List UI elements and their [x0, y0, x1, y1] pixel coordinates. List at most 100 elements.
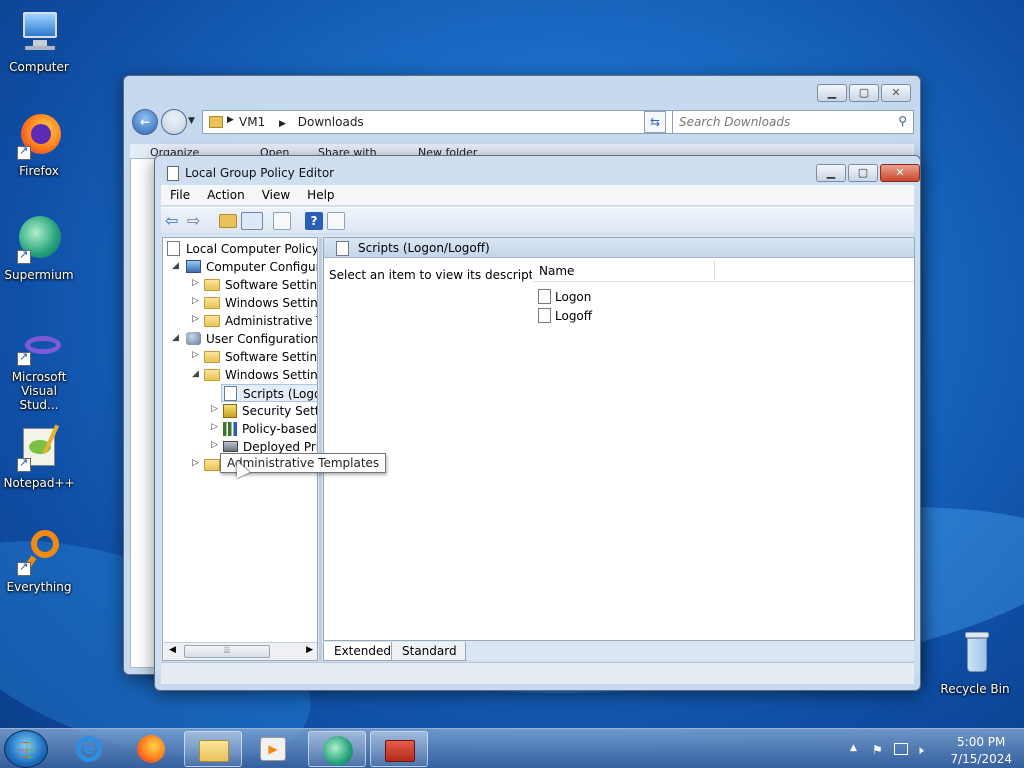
search-input[interactable]: Search Downloads ⚲	[672, 110, 914, 134]
volume-muted-icon[interactable]: 🕨	[916, 743, 930, 757]
tree-item-local-computer-policy[interactable]: Local Computer Policy	[167, 240, 318, 258]
tree-item-user-configuration[interactable]: User Configuration	[186, 330, 318, 348]
menu-bar: File Action View Help	[161, 185, 914, 205]
expand-arrow-icon[interactable]: ▷	[192, 458, 199, 468]
back-button[interactable]: ←	[132, 109, 158, 135]
clock[interactable]: 5:00 PM 7/15/2024	[950, 733, 1012, 766]
desktop-icon-supermium[interactable]: Supermium	[1, 216, 77, 282]
tree-item-policy-based-qos[interactable]: Policy-based	[223, 420, 317, 438]
expand-arrow-icon[interactable]: ▷	[211, 404, 218, 414]
shortcut-arrow-icon	[17, 456, 31, 472]
forward-arrow-icon[interactable]: ⇨	[187, 212, 205, 230]
status-bar	[161, 662, 914, 684]
taskbar-media-player[interactable]: ▶	[244, 731, 302, 767]
list-item-logoff[interactable]: Logoff	[538, 307, 592, 325]
tree-item-label: User Configuration	[206, 332, 318, 346]
desktop-icon-label: Computer	[9, 60, 69, 74]
show-hide-tree-icon[interactable]	[241, 212, 263, 230]
toolbox-icon	[385, 740, 415, 762]
desktop-icon-recycle-bin[interactable]: Recycle Bin	[937, 630, 1013, 696]
details-header: Scripts (Logon/Logoff)	[324, 238, 914, 258]
properties-icon[interactable]	[327, 212, 345, 230]
menu-file[interactable]: File	[161, 185, 198, 202]
desktop-icon-label: Firefox	[19, 164, 59, 178]
tree-item-software-settings[interactable]: Software Settings	[204, 276, 317, 294]
settings-list[interactable]: Name Logon Logoff	[532, 258, 914, 640]
tree-item-user-software-settings[interactable]: Software Settings	[204, 348, 317, 366]
tree-item-windows-settings[interactable]: Windows Setting	[204, 294, 317, 312]
taskbar-supermium[interactable]	[308, 731, 366, 767]
menu-action[interactable]: Action	[198, 185, 253, 202]
search-icon[interactable]: ⚲	[898, 114, 907, 128]
minimize-button[interactable]: ▁	[816, 164, 846, 182]
gpedit-window[interactable]: Local Group Policy Editor ▁ ▢ ✕ File Acti…	[154, 155, 921, 691]
expand-arrow-icon[interactable]: ▷	[192, 350, 199, 360]
desktop-icon-firefox[interactable]: Firefox	[1, 112, 77, 178]
help-icon[interactable]: ?	[305, 212, 323, 230]
desktop-icon-notepadpp[interactable]: Notepad++	[1, 424, 77, 490]
clock-time: 5:00 PM	[957, 735, 1006, 749]
collapse-arrow-icon[interactable]: ◢	[172, 333, 179, 343]
search-placeholder: Search Downloads	[679, 115, 791, 129]
tree-item-label: Local Computer Policy	[186, 242, 318, 256]
taskbar-gpedit[interactable]	[370, 731, 428, 767]
close-button[interactable]: ✕	[880, 164, 920, 182]
back-arrow-icon[interactable]: ⇦	[165, 212, 183, 230]
supermium-icon	[323, 736, 353, 766]
desktop-icon-computer[interactable]: Computer	[1, 8, 77, 74]
tree-item-administrative-templates[interactable]: Administrative Te	[204, 312, 317, 330]
tree-item-security-settings[interactable]: Security Settir	[223, 402, 317, 420]
tree-item-computer-configuration[interactable]: Computer Configura	[186, 258, 317, 276]
taskbar-firefox[interactable]	[122, 731, 180, 767]
expand-arrow-icon[interactable]: ▷	[192, 314, 199, 324]
tab-standard[interactable]: Standard	[391, 642, 466, 661]
expand-arrow-icon[interactable]: ▷	[211, 422, 218, 432]
computer-icon	[15, 8, 63, 56]
expand-arrow-icon[interactable]: ▷	[211, 440, 218, 450]
minimize-button[interactable]: ▁	[817, 84, 847, 102]
menu-view[interactable]: View	[253, 185, 298, 202]
maximize-button[interactable]: ▢	[849, 84, 879, 102]
network-icon[interactable]	[894, 743, 908, 755]
folder-icon	[204, 315, 220, 327]
folder-icon	[204, 351, 220, 363]
gpedit-app-icon	[167, 166, 179, 181]
pane-splitter[interactable]	[319, 237, 322, 661]
collapse-arrow-icon[interactable]: ◢	[192, 369, 199, 379]
column-separator[interactable]	[714, 261, 715, 279]
up-folder-icon[interactable]	[219, 214, 237, 228]
details-pane[interactable]: Scripts (Logon/Logoff) Select an item to…	[323, 237, 915, 641]
tree-item-user-windows-settings[interactable]: Windows Setting	[204, 366, 317, 384]
recent-pages-dropdown[interactable]: ▼	[188, 116, 195, 126]
list-item-logon[interactable]: Logon	[538, 288, 591, 306]
refresh-button[interactable]: ⇆	[644, 111, 666, 133]
desktop-icon-everything[interactable]: Everything	[1, 528, 77, 594]
show-hidden-icons-icon[interactable]: ▲	[850, 743, 864, 755]
user-config-icon	[186, 332, 201, 345]
scripts-icon	[224, 386, 237, 401]
breadcrumb-vm1[interactable]: VM1	[239, 115, 265, 129]
start-button[interactable]	[4, 730, 48, 768]
collapse-arrow-icon[interactable]: ◢	[172, 261, 179, 271]
taskbar-explorer[interactable]	[184, 731, 242, 767]
breadcrumb-downloads[interactable]: Downloads	[298, 115, 364, 129]
tree-pane[interactable]: Local Computer Policy ◢ Computer Configu…	[162, 237, 318, 661]
close-button[interactable]: ✕	[881, 84, 911, 102]
action-center-flag-icon[interactable]: ⚑	[872, 743, 886, 757]
menu-help[interactable]: Help	[298, 185, 342, 202]
expand-arrow-icon[interactable]: ▷	[192, 296, 199, 306]
scrollbar-thumb[interactable]: ⦙⦙⦙	[184, 645, 270, 658]
desktop-icon-label: Recycle Bin	[940, 682, 1010, 696]
expand-arrow-icon[interactable]: ▷	[192, 278, 199, 288]
maximize-button[interactable]: ▢	[848, 164, 878, 182]
tree-item-scripts-selected[interactable]: Scripts (Logon	[221, 384, 317, 402]
taskbar-ie[interactable]: e	[60, 731, 118, 767]
desktop-icon-visual-studio[interactable]: Microsoft Visual Stud...	[1, 330, 77, 412]
scroll-left-icon[interactable]: ◀	[169, 645, 176, 655]
horizontal-scrollbar[interactable]: ◀ ⦙⦙⦙ ▶	[164, 642, 317, 660]
tab-extended[interactable]: Extended	[323, 642, 400, 661]
name-column-header[interactable]: Name	[532, 258, 914, 282]
export-list-icon[interactable]	[273, 212, 291, 230]
forward-button[interactable]	[161, 109, 187, 135]
scroll-right-icon[interactable]: ▶	[306, 645, 313, 655]
